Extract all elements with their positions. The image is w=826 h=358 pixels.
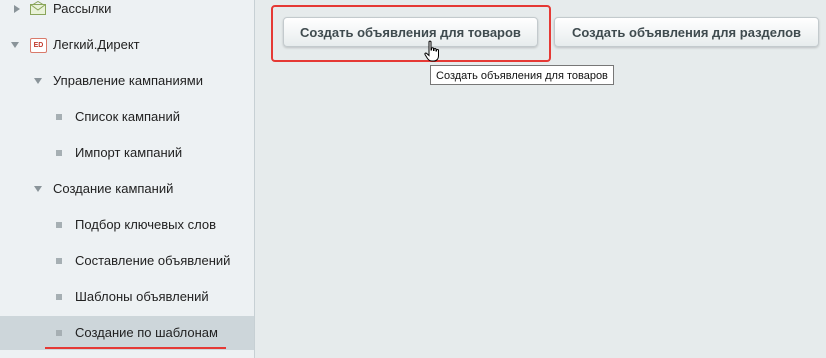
bullet-icon [56,330,62,336]
hand-cursor-icon [424,40,439,62]
sidebar-item-legkiy-direkt[interactable]: ED Легкий.Директ [0,28,254,62]
sidebar-item-label: Создание кампаний [53,181,174,196]
sidebar-item-label: Легкий.Директ [53,37,140,52]
sidebar-item-label: Рассылки [53,1,112,16]
ed-icon: ED [30,38,47,53]
bullet-icon [56,222,62,228]
sidebar-item-label: Импорт кампаний [75,145,183,160]
sidebar: Рассылки ED Легкий.Директ Управление кам… [0,0,255,358]
bullet-icon [56,294,62,300]
collapse-arrow-icon[interactable] [11,42,19,48]
sidebar-item-label: Составление объявлений [75,253,231,268]
sidebar-item-label: Управление кампаниями [53,73,203,88]
sidebar-item-campaign-creation[interactable]: Создание кампаний [0,172,254,206]
bullet-icon [56,258,62,264]
sidebar-item-keyword-selection[interactable]: Подбор ключевых слов [0,208,254,242]
sidebar-item-campaign-list[interactable]: Список кампаний [0,100,254,134]
mail-icon [30,1,46,15]
sidebar-item-campaign-import[interactable]: Импорт кампаний [0,136,254,170]
collapse-arrow-icon[interactable] [34,186,42,192]
sidebar-item-label: Создание по шаблонам [75,325,218,340]
sidebar-item-mailings[interactable]: Рассылки [0,0,254,26]
collapse-arrow-icon[interactable] [34,78,42,84]
sidebar-item-label: Подбор ключевых слов [75,217,217,232]
create-ads-for-products-button[interactable]: Создать объявления для товаров [283,17,538,47]
sidebar-item-label: Шаблоны объявлений [75,289,209,304]
tooltip: Создать объявления для товаров [430,65,614,85]
bullet-icon [56,150,62,156]
sidebar-item-label: Список кампаний [75,109,180,124]
sidebar-item-create-by-templates[interactable]: Создание по шаблонам [0,316,254,350]
highlight-underline [45,347,226,349]
sidebar-item-ad-composition[interactable]: Составление объявлений [0,244,254,278]
sidebar-item-campaign-management[interactable]: Управление кампаниями [0,64,254,98]
create-ads-for-sections-button[interactable]: Создать объявления для разделов [554,17,819,47]
sidebar-item-ad-templates[interactable]: Шаблоны объявлений [0,280,254,314]
expand-arrow-icon[interactable] [14,5,20,13]
bullet-icon [56,114,62,120]
